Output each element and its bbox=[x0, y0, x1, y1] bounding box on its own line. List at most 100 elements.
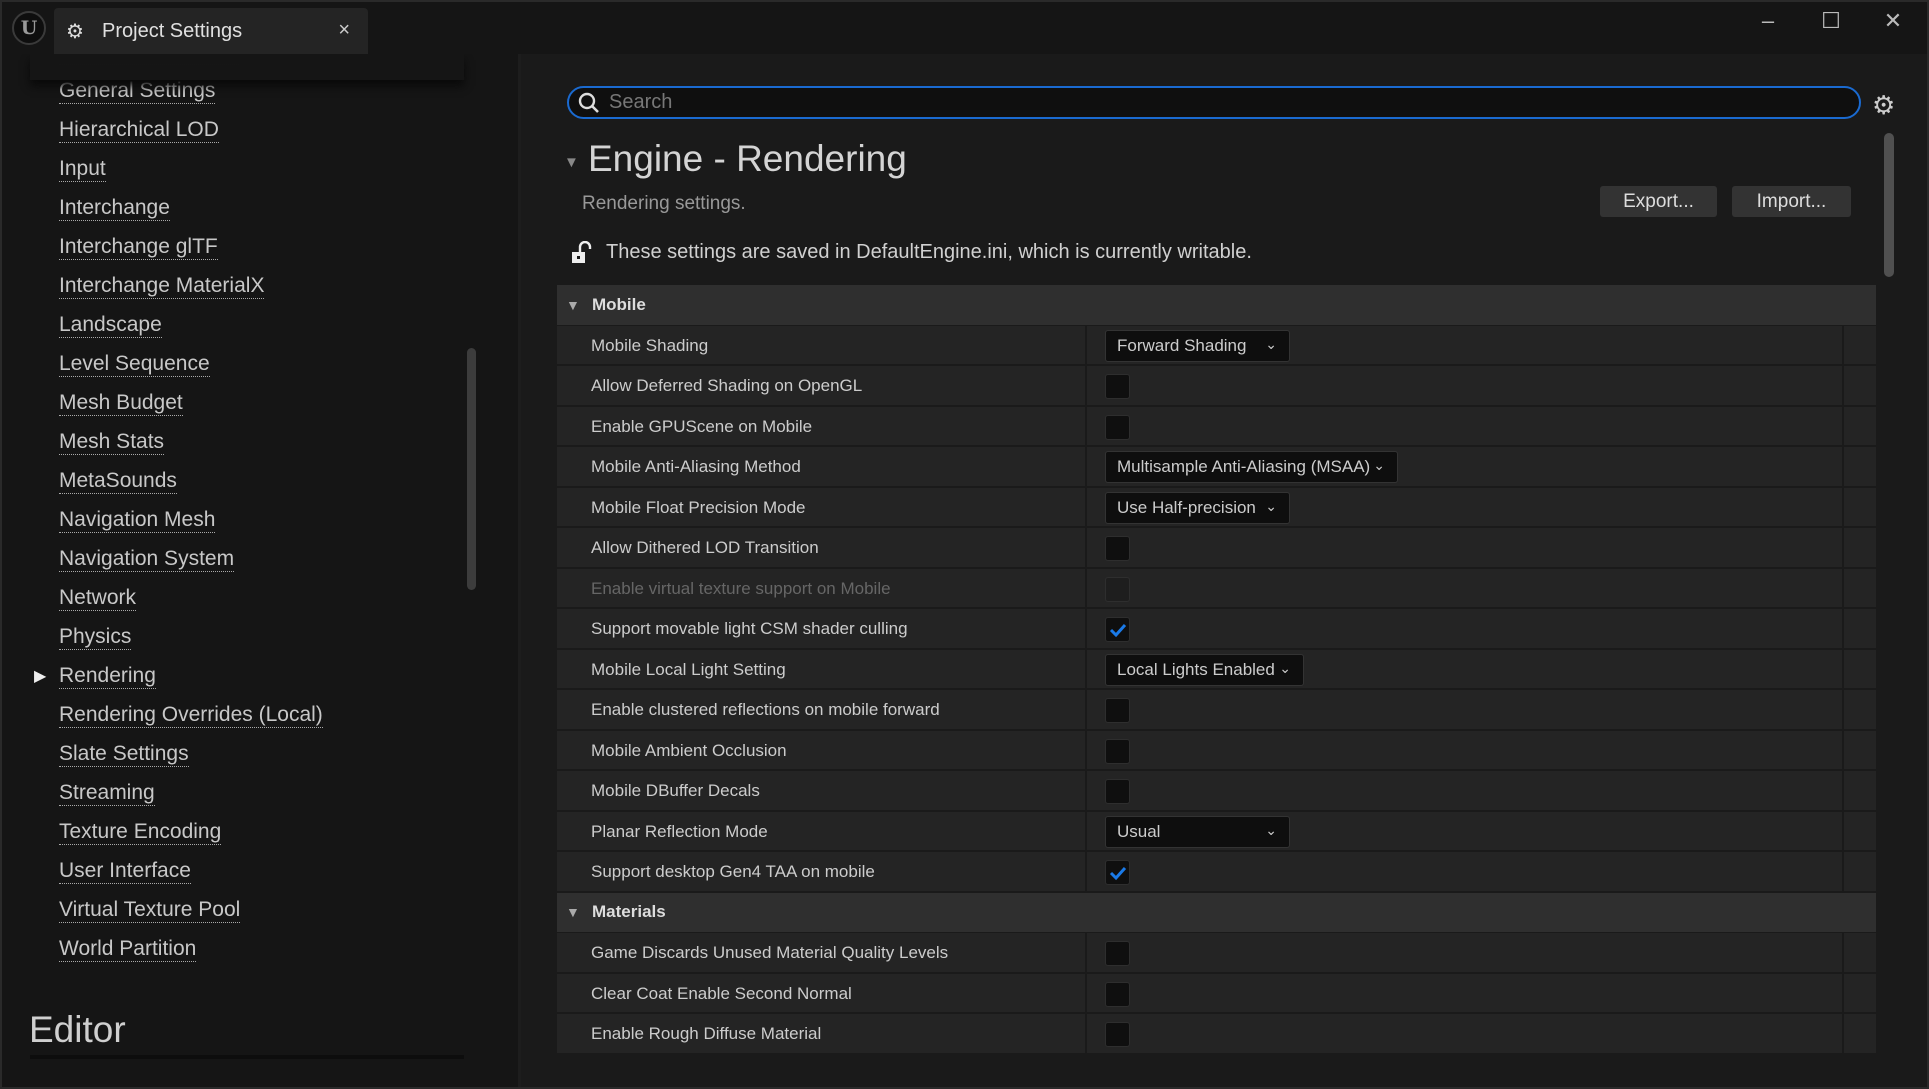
page-title: Engine - Rendering bbox=[588, 138, 907, 179]
setting-row-clear-coat-enable-second-normal: Clear Coat Enable Second Normal bbox=[557, 973, 1876, 1014]
setting-checkbox[interactable] bbox=[1105, 981, 1130, 1007]
sidebar-item-general-settings[interactable]: General Settings bbox=[59, 79, 216, 104]
sidebar-item-navigation-system[interactable]: Navigation System bbox=[59, 547, 235, 572]
sidebar-item-streaming[interactable]: Streaming bbox=[59, 781, 155, 806]
setting-label: Planar Reflection Mode bbox=[591, 821, 768, 841]
setting-checkbox[interactable] bbox=[1105, 698, 1130, 723]
sidebar-item-slate-settings[interactable]: Slate Settings bbox=[59, 742, 189, 767]
sidebar-item-navigation-mesh[interactable]: Navigation Mesh bbox=[59, 508, 216, 533]
collapse-arrow-icon: ▼ bbox=[566, 904, 580, 921]
setting-row-enable-virtual-texture-support-on-mobile: Enable virtual texture support on Mobile bbox=[557, 568, 1876, 609]
settings-list: ▼ Mobile Mobile Shading Forward Shading ⌄ All… bbox=[557, 285, 1876, 1058]
setting-label: Mobile Local Light Setting bbox=[591, 659, 786, 679]
sidebar-item-input[interactable]: Input bbox=[59, 157, 106, 182]
setting-checkbox bbox=[1105, 576, 1130, 602]
setting-checkbox[interactable] bbox=[1105, 738, 1130, 764]
sidebar-item-physics[interactable]: Physics bbox=[59, 625, 132, 650]
sidebar-item-interchange[interactable]: Interchange bbox=[59, 196, 170, 221]
checkmark-icon bbox=[1109, 623, 1127, 638]
setting-row-enable-rough-diffuse-material: Enable Rough Diffuse Material bbox=[557, 1014, 1876, 1055]
chevron-down-icon: ⌄ bbox=[1265, 821, 1277, 838]
setting-checkbox[interactable] bbox=[1105, 374, 1130, 399]
sidebar-item-metasounds[interactable]: MetaSounds bbox=[59, 469, 177, 494]
close-tab-button[interactable]: × bbox=[338, 19, 350, 42]
config-notice: These settings are saved in DefaultEngin… bbox=[606, 241, 1252, 263]
setting-dropdown[interactable]: Usual ⌄ bbox=[1105, 815, 1290, 848]
setting-label: Mobile Anti-Aliasing Method bbox=[591, 457, 801, 476]
page-subtitle: Rendering settings. bbox=[582, 193, 746, 214]
sidebar-item-world-partition[interactable]: World Partition bbox=[59, 937, 197, 962]
setting-dropdown[interactable]: Multisample Anti-Aliasing (MSAA) ⌄ bbox=[1105, 451, 1398, 483]
setting-dropdown[interactable]: Local Lights Enabled ⌄ bbox=[1105, 653, 1304, 686]
dropdown-value: Multisample Anti-Aliasing (MSAA) bbox=[1117, 457, 1371, 476]
sidebar-item-rendering[interactable]: Rendering bbox=[59, 664, 156, 689]
sidebar-item-hierarchical-lod[interactable]: Hierarchical LOD bbox=[59, 118, 219, 143]
setting-row-mobile-ambient-occlusion: Mobile Ambient Occlusion bbox=[557, 730, 1876, 771]
sidebar-item-virtual-texture-pool[interactable]: Virtual Texture Pool bbox=[59, 898, 241, 923]
sidebar-item-level-sequence[interactable]: Level Sequence bbox=[59, 352, 210, 377]
setting-label: Enable virtual texture support on Mobile bbox=[591, 578, 891, 598]
search-icon bbox=[578, 92, 599, 113]
search-input[interactable] bbox=[609, 91, 1809, 114]
sidebar-item-landscape[interactable]: Landscape bbox=[59, 313, 162, 338]
unreal-logo[interactable]: U bbox=[12, 11, 46, 45]
setting-checkbox[interactable] bbox=[1105, 860, 1130, 885]
setting-checkbox[interactable] bbox=[1105, 536, 1130, 561]
setting-row-planar-reflection-mode: Planar Reflection Mode Usual ⌄ bbox=[557, 811, 1876, 852]
dropdown-value: Forward Shading bbox=[1117, 335, 1247, 355]
sidebar-divider bbox=[30, 1055, 464, 1059]
close-window-button[interactable]: ✕ bbox=[1873, 8, 1913, 38]
setting-label: Mobile Shading bbox=[591, 335, 709, 355]
chevron-down-icon: ⌄ bbox=[1279, 659, 1291, 676]
sidebar-item-user-interface[interactable]: User Interface bbox=[59, 859, 191, 884]
sidebar-item-mesh-stats[interactable]: Mesh Stats bbox=[59, 430, 165, 455]
chevron-down-icon: ⌄ bbox=[1373, 457, 1385, 473]
project-settings-icon: ⚙ bbox=[66, 20, 84, 43]
minimize-button[interactable]: – bbox=[1748, 8, 1788, 38]
setting-row-mobile-shading: Mobile Shading Forward Shading ⌄ bbox=[557, 325, 1876, 366]
section-header-materials[interactable]: ▼ Materials bbox=[557, 892, 1876, 933]
setting-label: Allow Deferred Shading on OpenGL bbox=[591, 376, 863, 395]
sidebar-scrollbar[interactable] bbox=[467, 348, 476, 590]
search-box[interactable] bbox=[567, 86, 1861, 119]
setting-row-support-movable-light-csm-shader-culling: Support movable light CSM shader culling bbox=[557, 609, 1876, 650]
sidebar-item-mesh-budget[interactable]: Mesh Budget bbox=[59, 391, 183, 416]
chevron-down-icon: ⌄ bbox=[1265, 497, 1277, 514]
setting-checkbox[interactable] bbox=[1105, 941, 1130, 966]
tab-project-settings[interactable]: ⚙ Project Settings × bbox=[54, 8, 368, 54]
export-button[interactable]: Export... bbox=[1600, 186, 1717, 217]
sidebar-section-editor[interactable]: Editor bbox=[29, 1009, 126, 1051]
setting-label: Support desktop Gen4 TAA on mobile bbox=[591, 862, 875, 881]
chevron-down-icon: ⌄ bbox=[1265, 335, 1277, 352]
setting-checkbox[interactable] bbox=[1105, 1022, 1130, 1047]
dropdown-value: Use Half-precision bbox=[1117, 497, 1256, 517]
setting-row-game-discards-unused-material-quality-levels: Game Discards Unused Material Quality Le… bbox=[557, 933, 1876, 974]
collapse-arrow-icon: ▼ bbox=[566, 296, 580, 313]
setting-row-mobile-anti-aliasing-method: Mobile Anti-Aliasing Method Multisample A… bbox=[557, 447, 1876, 488]
setting-label: Mobile Ambient Occlusion bbox=[591, 740, 787, 760]
section-header-mobile[interactable]: ▼ Mobile bbox=[557, 285, 1876, 326]
collapse-arrow-icon[interactable]: ▼ bbox=[564, 154, 579, 171]
setting-label: Support movable light CSM shader culling bbox=[591, 619, 908, 638]
sidebar-item-texture-encoding[interactable]: Texture Encoding bbox=[59, 820, 222, 845]
sidebar-item-interchange-gltf[interactable]: Interchange glTF bbox=[59, 235, 218, 260]
content-scrollbar[interactable] bbox=[1884, 133, 1894, 277]
sidebar-item-network[interactable]: Network bbox=[59, 586, 137, 611]
import-button[interactable]: Import... bbox=[1732, 186, 1851, 217]
setting-dropdown[interactable]: Use Half-precision ⌄ bbox=[1105, 491, 1290, 524]
setting-label: Mobile DBuffer Decals bbox=[591, 781, 760, 800]
setting-label: Enable GPUScene on Mobile bbox=[591, 416, 813, 436]
sidebar-item-interchange-materialx[interactable]: Interchange MaterialX bbox=[59, 274, 265, 299]
tab-title: Project Settings bbox=[102, 19, 243, 42]
sidebar-item-rendering-overrides-local[interactable]: Rendering Overrides (Local) bbox=[59, 703, 323, 728]
maximize-button[interactable]: ☐ bbox=[1811, 8, 1851, 38]
setting-label: Allow Dithered LOD Transition bbox=[591, 538, 819, 557]
setting-row-allow-dithered-lod-transition: Allow Dithered LOD Transition bbox=[557, 528, 1876, 569]
setting-checkbox[interactable] bbox=[1105, 414, 1130, 440]
setting-checkbox[interactable] bbox=[1105, 779, 1130, 804]
setting-checkbox[interactable] bbox=[1105, 617, 1130, 642]
gear-icon[interactable]: ⚙ bbox=[1872, 90, 1895, 121]
section-label: Materials bbox=[592, 902, 666, 922]
setting-dropdown[interactable]: Forward Shading ⌄ bbox=[1105, 329, 1290, 362]
setting-label: Enable clustered reflections on mobile f… bbox=[591, 700, 940, 719]
